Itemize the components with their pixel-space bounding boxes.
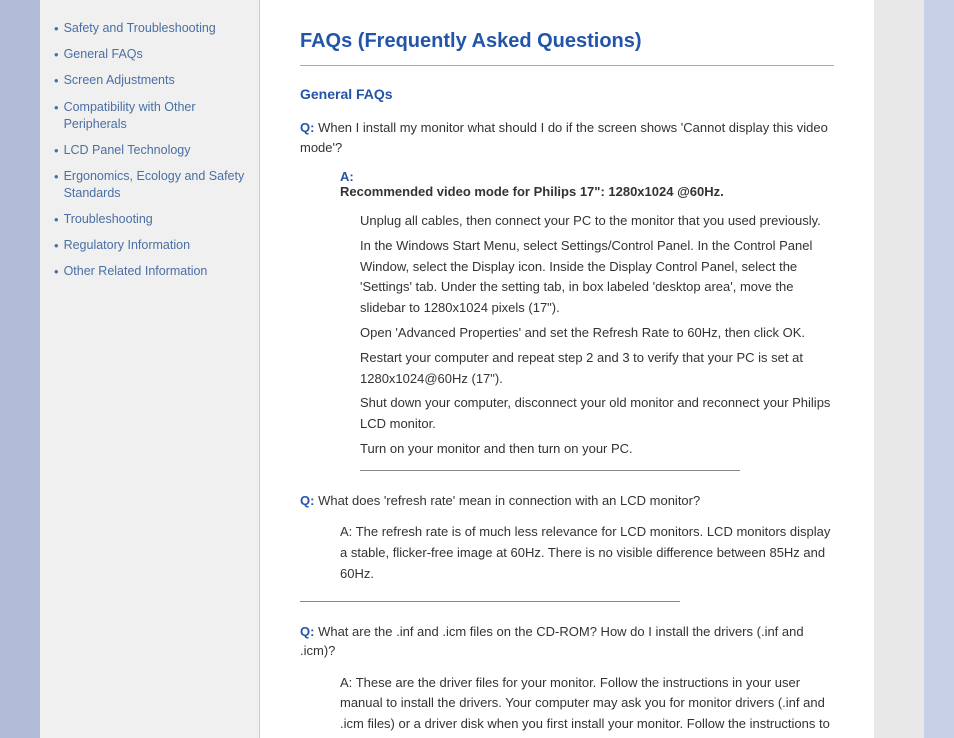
a1-step-3: Open 'Advanced Properties' and set the R…: [360, 323, 834, 344]
sidebar-link-lcd-panel[interactable]: LCD Panel Technology: [64, 142, 191, 160]
sidebar-item-compatibility[interactable]: Compatibility with Other Peripherals: [54, 99, 249, 134]
a3-label: A:: [340, 675, 352, 690]
q3-text: What are the .inf and .icm files on the …: [300, 624, 804, 659]
a1-step-2: In the Windows Start Menu, select Settin…: [360, 236, 834, 319]
sidebar-link-troubleshooting[interactable]: Troubleshooting: [64, 211, 153, 229]
page-title: FAQs (Frequently Asked Questions): [300, 30, 834, 53]
sidebar-item-other[interactable]: Other Related Information: [54, 263, 249, 281]
sidebar-item-safety[interactable]: Safety and Troubleshooting: [54, 20, 249, 38]
answer-3: A: These are the driver files for your m…: [340, 673, 834, 738]
sidebar-item-screen-adjustments[interactable]: Screen Adjustments: [54, 72, 249, 90]
q1-divider: [360, 470, 740, 471]
a2-text: The refresh rate is of much less relevan…: [340, 524, 830, 581]
qa-block-1: Q: When I install my monitor what should…: [300, 118, 834, 471]
question-2: Q: What does 'refresh rate' mean in conn…: [300, 491, 834, 511]
q2-text: What does 'refresh rate' mean in connect…: [314, 493, 700, 508]
a1-step-4: Restart your computer and repeat step 2 …: [360, 348, 834, 390]
sidebar-link-general-faqs[interactable]: General FAQs: [64, 46, 143, 64]
q2-label: Q:: [300, 493, 314, 508]
qa-block-2: Q: What does 'refresh rate' mean in conn…: [300, 491, 834, 602]
left-decorative-panel: [0, 0, 40, 738]
sidebar: Safety and Troubleshooting General FAQs …: [40, 0, 260, 738]
q1-label: Q:: [300, 120, 314, 135]
main-content: FAQs (Frequently Asked Questions) Genera…: [260, 0, 874, 738]
question-3: Q: What are the .inf and .icm files on t…: [300, 622, 834, 661]
right-panel-inner: [874, 0, 924, 738]
sidebar-item-general-faqs[interactable]: General FAQs: [54, 46, 249, 64]
a2-label: A:: [340, 524, 352, 539]
q1-text: When I install my monitor what should I …: [300, 120, 828, 155]
sidebar-link-compatibility[interactable]: Compatibility with Other Peripherals: [64, 99, 249, 134]
q3-label: Q:: [300, 624, 314, 639]
a1-steps: Unplug all cables, then connect your PC …: [360, 211, 834, 460]
sidebar-item-troubleshooting[interactable]: Troubleshooting: [54, 211, 249, 229]
right-decorative-panel: [874, 0, 954, 738]
sidebar-link-other[interactable]: Other Related Information: [64, 263, 208, 281]
qa-block-3: Q: What are the .inf and .icm files on t…: [300, 622, 834, 738]
title-divider: [300, 65, 834, 66]
sidebar-link-screen-adjustments[interactable]: Screen Adjustments: [64, 72, 175, 90]
sidebar-item-lcd-panel[interactable]: LCD Panel Technology: [54, 142, 249, 160]
question-1: Q: When I install my monitor what should…: [300, 118, 834, 157]
a1-label: A:: [340, 169, 354, 184]
answer-1: A: Recommended video mode for Philips 17…: [340, 169, 834, 199]
sidebar-item-ergonomics[interactable]: Ergonomics, Ecology and Safety Standards: [54, 168, 249, 203]
answer-2: A: The refresh rate is of much less rele…: [340, 522, 834, 584]
a1-step-1: Unplug all cables, then connect your PC …: [360, 211, 834, 232]
sidebar-item-regulatory[interactable]: Regulatory Information: [54, 237, 249, 255]
section-title: General FAQs: [300, 86, 834, 102]
q2-divider: [300, 601, 680, 602]
a1-step-6: Turn on your monitor and then turn on yo…: [360, 439, 834, 460]
sidebar-link-safety[interactable]: Safety and Troubleshooting: [64, 20, 216, 38]
a1-intro: Recommended video mode for Philips 17": …: [340, 184, 834, 199]
sidebar-link-regulatory[interactable]: Regulatory Information: [64, 237, 190, 255]
a1-step-5: Shut down your computer, disconnect your…: [360, 393, 834, 435]
a3-text: These are the driver files for your moni…: [340, 675, 830, 738]
sidebar-nav: Safety and Troubleshooting General FAQs …: [54, 20, 249, 281]
sidebar-link-ergonomics[interactable]: Ergonomics, Ecology and Safety Standards: [64, 168, 249, 203]
